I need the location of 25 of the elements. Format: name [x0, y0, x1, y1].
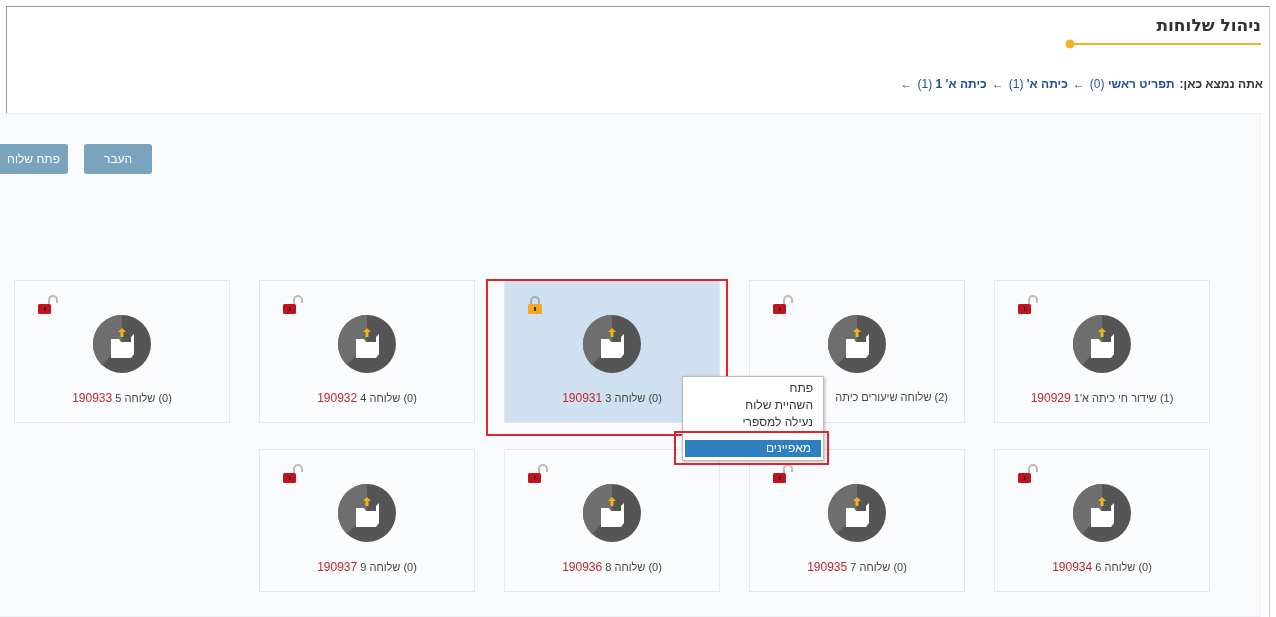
menu-item[interactable]: מאפיינים	[685, 440, 821, 457]
open-padlock-icon	[772, 295, 794, 315]
breadcrumb-separator: ←	[900, 77, 913, 91]
folder-icon	[338, 484, 396, 542]
padlock-icon	[527, 295, 543, 315]
breadcrumb-separator: ←	[991, 77, 1004, 91]
open-padlock-icon	[1017, 464, 1039, 484]
open-padlock-icon	[282, 464, 304, 484]
breadcrumb-label: אתה נמצא כאן:	[1179, 77, 1263, 91]
folder-icon	[338, 315, 396, 373]
folder-icon	[1073, 315, 1131, 373]
open-padlock-icon	[1017, 295, 1039, 315]
breadcrumb-separator: ←	[1072, 77, 1085, 91]
extension-label: (2) שלוחה שיעורים כיתה	[835, 391, 949, 403]
folder-icon	[828, 315, 886, 373]
page-title: ניהול שלוחות	[1155, 15, 1261, 35]
open-padlock-icon	[37, 295, 59, 315]
folder-icon	[93, 315, 151, 373]
open-padlock-icon	[772, 464, 794, 484]
folder-icon	[828, 484, 886, 542]
folder-icon	[583, 315, 641, 373]
open-padlock-icon	[527, 464, 549, 484]
folder-icon	[1073, 484, 1131, 542]
folder-icon	[583, 484, 641, 542]
open-padlock-icon	[282, 295, 304, 315]
